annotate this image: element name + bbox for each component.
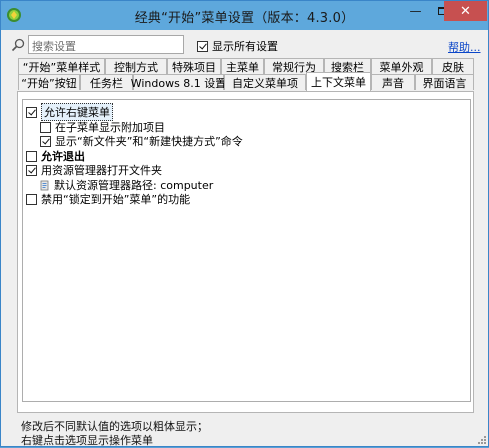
setting-allow-context-menu[interactable]: 允许右键菜单 xyxy=(26,103,113,121)
settings-window: 经典“开始”菜单设置（版本：4.3.0） — ✕ 搜索设置 显示所有设置 帮助.… xyxy=(0,0,489,447)
setting-label: 用资源管理器打开文件夹 xyxy=(41,164,162,177)
tab-context-menu[interactable]: 上下文菜单 xyxy=(306,72,371,91)
tab-custom-menu-items[interactable]: 自定义菜单项 xyxy=(224,74,306,90)
tab-skin[interactable]: 皮肤 xyxy=(432,58,474,74)
tab-control[interactable]: 控制方式 xyxy=(105,58,167,74)
footer-hint-right-click: 右键点击选项显示操作菜单 xyxy=(21,434,153,447)
tab-special-items[interactable]: 特殊项目 xyxy=(167,58,221,74)
tab-menu-look[interactable]: 菜单外观 xyxy=(371,58,432,74)
search-input[interactable]: 搜索设置 xyxy=(28,35,184,54)
checkbox[interactable] xyxy=(26,106,37,118)
folder-icon xyxy=(40,180,49,190)
setting-default-explorer-path[interactable]: 默认资源管理器路径: computer xyxy=(40,178,213,192)
setting-label: 禁用“锁定到开始”菜单”的功能 xyxy=(41,193,191,206)
show-all-settings-toggle[interactable]: 显示所有设置 xyxy=(197,38,278,54)
setting-label: 显示“新文件夹”和“新建快捷方式”命令 xyxy=(55,135,243,148)
setting-show-new-folder-shortcut[interactable]: 显示“新文件夹”和“新建快捷方式”命令 xyxy=(40,134,243,148)
checkbox[interactable] xyxy=(26,193,37,205)
checkbox[interactable] xyxy=(40,121,51,133)
tab-sounds[interactable]: 声音 xyxy=(371,74,415,90)
minimize-button[interactable]: — xyxy=(402,1,429,21)
search-icon xyxy=(11,38,25,52)
tab-main-menu[interactable]: 主菜单 xyxy=(221,58,264,74)
setting-disable-pin-to-start[interactable]: 禁用“锁定到开始”菜单”的功能 xyxy=(26,192,190,206)
minimize-icon: — xyxy=(409,4,422,18)
setting-submenu-extra-items[interactable]: 在子菜单显示附加项目 xyxy=(40,120,165,134)
checkbox[interactable] xyxy=(40,135,51,147)
checkbox[interactable] xyxy=(26,164,37,176)
tab-windows81-settings[interactable]: Windows 8.1 设置 xyxy=(131,74,226,90)
close-button[interactable]: ✕ xyxy=(444,1,487,21)
settings-list[interactable]: 允许右键菜单 在子菜单显示附加项目 显示“新文件夹”和“新建快捷方式”命令 允许… xyxy=(22,99,471,402)
checkbox[interactable] xyxy=(26,150,37,162)
show-all-checkbox[interactable] xyxy=(197,40,208,52)
resize-grip-icon[interactable] xyxy=(476,434,486,444)
context-menu-panel: 允许右键菜单 在子菜单显示附加项目 显示“新文件夹”和“新建快捷方式”命令 允许… xyxy=(17,91,474,413)
tab-taskbar[interactable]: 任务栏 xyxy=(80,74,133,90)
help-link[interactable]: 帮助... xyxy=(448,39,481,55)
title-bar[interactable]: 经典“开始”菜单设置（版本：4.3.0） — ✕ xyxy=(1,1,488,30)
show-all-label: 显示所有设置 xyxy=(212,40,278,53)
close-icon: ✕ xyxy=(460,3,471,19)
tab-language[interactable]: 界面语言 xyxy=(415,74,474,90)
tab-start-button[interactable]: “开始”按钮 xyxy=(18,74,80,90)
setting-allow-exit[interactable]: 允许退出 xyxy=(26,149,85,163)
setting-open-folders-explorer[interactable]: 用资源管理器打开文件夹 xyxy=(26,163,162,177)
tab-start-menu-style[interactable]: “开始”菜单样式 xyxy=(18,58,105,74)
